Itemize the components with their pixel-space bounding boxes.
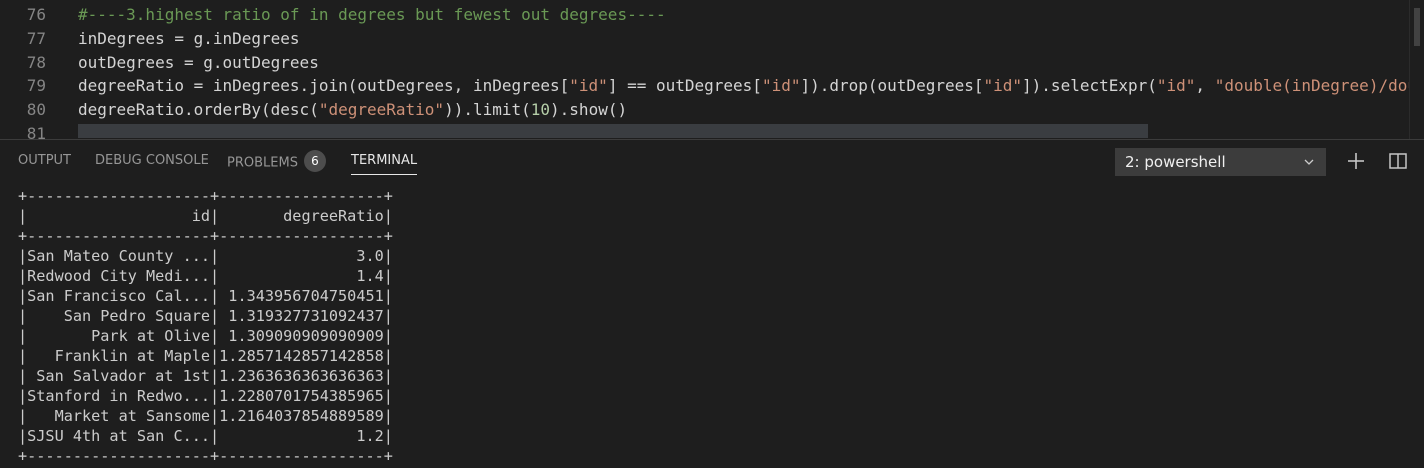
terminal-output[interactable]: +--------------------+------------------… (18, 186, 1424, 468)
string-token: "id" (1156, 76, 1196, 95)
line-number: 79 (26, 76, 46, 95)
code-token: )).limit( (444, 100, 531, 119)
line-code: outDegrees = g.outDegrees (78, 51, 1410, 75)
string-token: "double(inDegree)/dou (1214, 76, 1410, 95)
terminal-line: | Park at Olive| 1.309090909090909| (18, 327, 393, 345)
terminal-selector-dropdown[interactable]: 2: powershell (1115, 148, 1326, 176)
comment-token: #----3.highest ratio of in degrees but f… (78, 5, 666, 24)
code-editor[interactable]: 76 #----3.highest ratio of in degrees but… (0, 0, 1424, 139)
tab-output[interactable]: OUTPUT (18, 152, 71, 176)
string-token: "id" (983, 76, 1023, 95)
tab-problems[interactable]: PROBLEMS 6 (227, 150, 326, 176)
code-line[interactable]: 76 #----3.highest ratio of in degrees but… (0, 3, 1410, 27)
code-token: degreeRatio = inDegrees.join(outDegrees,… (78, 76, 570, 95)
tab-terminal[interactable]: TERMINAL (351, 152, 418, 175)
line-number: 81 (26, 124, 46, 139)
problems-count-badge: 6 (303, 150, 326, 172)
code-line[interactable]: 79 degreeRatio = inDegrees.join(outDegree… (0, 74, 1410, 98)
code-token: inDegrees = g.inDegrees (78, 29, 300, 48)
code-line[interactable]: 80 degreeRatio.orderBy(desc("degreeRatio"… (0, 98, 1410, 122)
terminal-line: |San Mateo County ...| 3.0| (18, 247, 393, 265)
terminal-line: +--------------------+------------------… (18, 187, 393, 205)
line-code: inDegrees = g.inDegrees (78, 27, 1410, 51)
split-terminal-icon[interactable] (1387, 150, 1409, 172)
code-token: ).show() (550, 100, 628, 119)
string-token: "degreeRatio" (318, 100, 445, 119)
editor-scrollbar-thumb[interactable] (1414, 8, 1420, 46)
panel-tabs: OUTPUT DEBUG CONSOLE PROBLEMS 6 TERMINAL (0, 140, 1100, 180)
tab-debug-console-label: DEBUG CONSOLE (95, 153, 209, 168)
terminal-line: +--------------------+------------------… (18, 227, 393, 245)
code-token: ]).selectExpr( (1022, 76, 1157, 95)
terminal-line: | id| degreeRatio| (18, 207, 393, 225)
string-token: "id" (761, 76, 801, 95)
plus-icon[interactable] (1345, 150, 1367, 172)
code-token: degreeRatio.orderBy(desc( (78, 100, 319, 119)
line-code: degreeRatio = inDegrees.join(outDegrees,… (78, 74, 1410, 98)
terminal-line: | Franklin at Maple|1.2857142857142858| (18, 347, 393, 365)
chevron-down-icon (1304, 159, 1314, 165)
code-token: , (1195, 76, 1215, 95)
line-code: degreeRatio.orderBy(desc("degreeRatio"))… (78, 98, 1410, 122)
line-number: 76 (26, 5, 46, 24)
code-token: ]).drop(outDegrees[ (800, 76, 984, 95)
code-token: ] == outDegrees[ (607, 76, 762, 95)
bottom-panel: OUTPUT DEBUG CONSOLE PROBLEMS 6 TERMINAL … (0, 139, 1424, 468)
editor-scrollbar[interactable] (1409, 0, 1424, 139)
terminal-line: +--------------------+------------------… (18, 447, 393, 465)
tab-debug-console[interactable]: DEBUG CONSOLE (95, 152, 209, 176)
code-line[interactable]: 81 (0, 122, 1410, 139)
tab-problems-label: PROBLEMS (227, 155, 298, 171)
number-token: 10 (530, 100, 551, 119)
line-number: 80 (26, 100, 46, 119)
tab-output-label: OUTPUT (18, 153, 71, 168)
code-token: outDegrees = g.outDegrees (78, 53, 319, 72)
terminal-line: | San Pedro Square| 1.319327731092437| (18, 307, 393, 325)
terminal-line: | Market at Sansome|1.2164037854889589| (18, 407, 393, 425)
line-code: #----3.highest ratio of in degrees but f… (78, 3, 1410, 27)
terminal-line: |San Francisco Cal...| 1.343956704750451… (18, 287, 393, 305)
line-number: 77 (26, 29, 46, 48)
string-token: "id" (569, 76, 608, 95)
terminal-line: |Stanford in Redwo...|1.2280701754385965… (18, 387, 393, 405)
terminal-line: |Redwood City Medi...| 1.4| (18, 267, 393, 285)
terminal-line: | San Salvador at 1st|1.2363636363636363… (18, 367, 393, 385)
code-line[interactable]: 78 outDegrees = g.outDegrees (0, 51, 1410, 75)
terminal-selector-value: 2: powershell (1125, 153, 1226, 171)
terminal-line: |SJSU 4th at San C...| 1.2| (18, 427, 393, 445)
tab-terminal-label: TERMINAL (351, 153, 418, 168)
line-number: 78 (26, 53, 46, 72)
code-line[interactable]: 77 inDegrees = g.inDegrees (0, 27, 1410, 51)
